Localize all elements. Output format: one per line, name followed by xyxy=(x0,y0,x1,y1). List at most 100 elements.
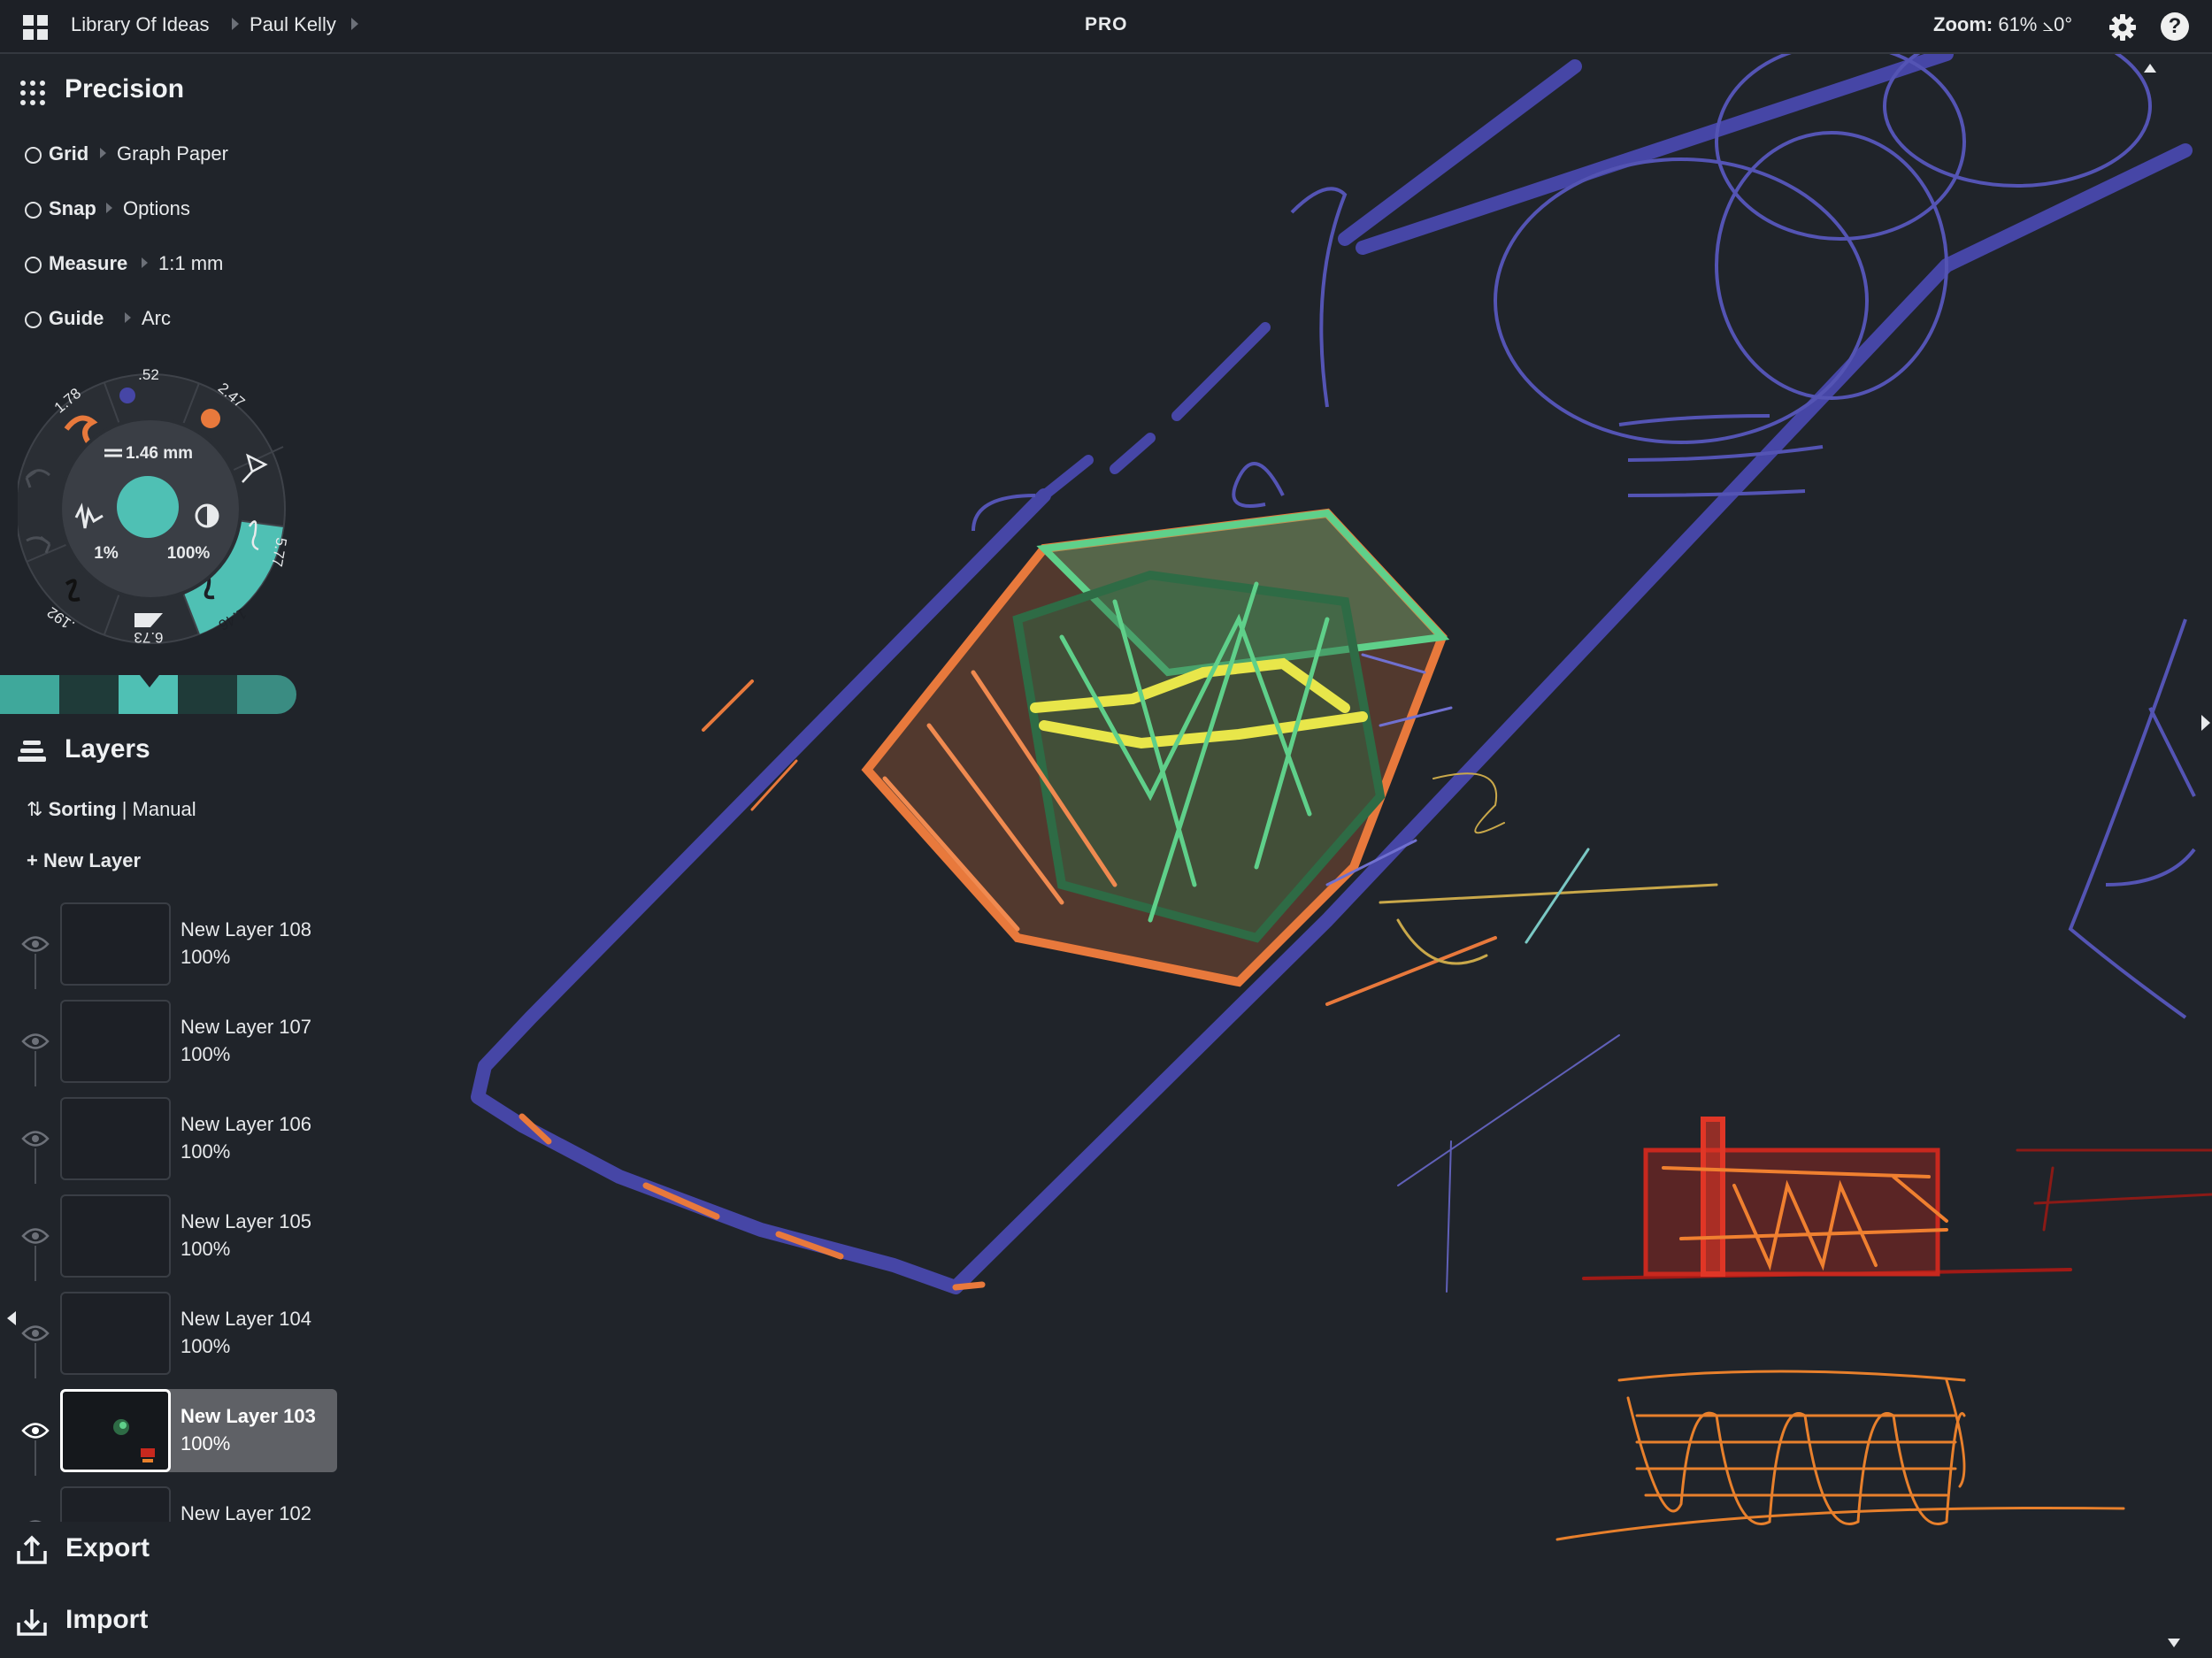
color-swatch[interactable] xyxy=(178,675,237,714)
chevron-right-icon xyxy=(100,148,106,158)
chevron-right-icon xyxy=(106,203,112,213)
layer-opacity: 100% xyxy=(180,1335,231,1357)
scroll-down-marker[interactable] xyxy=(2168,1639,2180,1647)
guide-toggle[interactable] xyxy=(25,311,42,328)
layer-thumbnail[interactable] xyxy=(60,1292,171,1375)
layer-name[interactable]: New Layer 102 xyxy=(180,1502,311,1522)
layer-row[interactable]: New Layer 107 100% xyxy=(0,1000,345,1085)
layer-opacity: 100% xyxy=(180,946,231,968)
layer-opacity: 100% xyxy=(180,1140,231,1163)
settings-gear-icon[interactable] xyxy=(2108,13,2137,42)
layer-thumbnail[interactable] xyxy=(60,1000,171,1083)
breadcrumb-chevron-icon xyxy=(232,18,239,30)
sorting-value[interactable]: | Manual xyxy=(122,798,196,820)
import-label: Import xyxy=(65,1605,149,1634)
pro-badge[interactable]: PRO xyxy=(1085,14,1128,35)
sketch-coils-orange xyxy=(1555,1370,2125,1541)
precision-title: Precision xyxy=(65,74,185,104)
color-swatch[interactable] xyxy=(0,675,59,714)
layer-thumbnail[interactable] xyxy=(60,1486,171,1522)
precision-dots-icon[interactable] xyxy=(19,80,46,106)
sort-arrows-icon: ⇅ xyxy=(27,798,43,820)
export-upload-icon xyxy=(17,1535,47,1564)
layer-row[interactable]: New Layer 105 100% xyxy=(0,1194,345,1279)
visibility-eye-icon[interactable] xyxy=(21,1226,50,1246)
chevron-right-icon xyxy=(125,312,131,323)
color-swatch[interactable] xyxy=(59,675,119,714)
visibility-eye-icon[interactable] xyxy=(21,1421,50,1440)
grid-value[interactable]: Graph Paper xyxy=(117,142,228,165)
help-button[interactable]: ? xyxy=(2161,12,2189,41)
top-bar: Library Of Ideas Paul Kelly PRO Zoom: 61… xyxy=(0,0,2212,54)
sketch-building-red xyxy=(1582,1117,2212,1280)
measure-value[interactable]: 1:1 mm xyxy=(158,252,223,275)
stroke-blue-dashes xyxy=(1039,322,1271,501)
import-download-icon xyxy=(17,1609,47,1636)
visibility-eye-icon[interactable] xyxy=(21,1032,50,1051)
sorting-row[interactable]: ⇅ Sorting | Manual xyxy=(27,798,196,821)
chevron-right-icon xyxy=(142,257,148,268)
preset-value[interactable]: .52 xyxy=(138,366,159,383)
layer-opacity: 100% xyxy=(180,1238,231,1260)
zoom-label: Zoom: xyxy=(1933,13,1993,35)
layer-row-selected[interactable]: New Layer 103 100% xyxy=(0,1389,345,1474)
layer-name[interactable]: New Layer 107 xyxy=(180,1016,311,1039)
export-label: Export xyxy=(65,1533,150,1562)
layer-thumbnail[interactable] xyxy=(60,1097,171,1180)
gallery-grid-icon[interactable] xyxy=(23,15,48,40)
layer-name[interactable]: New Layer 105 xyxy=(180,1210,311,1233)
new-layer-label: New Layer xyxy=(42,849,142,871)
snap-toggle[interactable] xyxy=(25,202,42,219)
preset-value[interactable]: 6.73 xyxy=(134,629,163,646)
scroll-up-marker[interactable] xyxy=(2144,64,2156,73)
swatch-pointer-icon xyxy=(140,675,159,687)
breadcrumb-library[interactable]: Library Of Ideas xyxy=(71,13,210,36)
layer-thumbnail[interactable] xyxy=(60,902,171,986)
guide-value[interactable]: Arc xyxy=(142,307,171,330)
layer-row[interactable]: New Layer 106 100% xyxy=(0,1097,345,1182)
layer-name[interactable]: New Layer 103 xyxy=(180,1405,316,1428)
grid-label: Grid xyxy=(49,142,89,165)
brush-size-label[interactable]: 1.46 mm xyxy=(126,444,193,463)
guide-label: Guide xyxy=(49,307,104,329)
breadcrumb-drawing[interactable]: Paul Kelly xyxy=(250,13,336,36)
measure-label: Measure xyxy=(49,252,128,274)
layer-thumbnail[interactable] xyxy=(60,1389,171,1472)
color-swatch[interactable] xyxy=(237,675,296,714)
layer-thumbnail-preview xyxy=(113,1419,155,1462)
visibility-eye-icon[interactable] xyxy=(21,1518,50,1522)
grid-toggle[interactable] xyxy=(25,147,42,164)
collapse-sidebar-handle-icon[interactable] xyxy=(7,1311,16,1325)
layers-list[interactable]: New Layer 108 100% New Layer 107 100% Ne… xyxy=(0,894,354,1522)
sorting-label: Sorting xyxy=(48,798,117,820)
layer-name[interactable]: New Layer 106 xyxy=(180,1113,311,1136)
layer-name[interactable]: New Layer 104 xyxy=(180,1308,311,1331)
marker-tool-icon[interactable] xyxy=(119,388,135,403)
watercolor-tool-icon[interactable] xyxy=(201,409,220,428)
layer-row[interactable]: New Layer 102 xyxy=(0,1486,345,1522)
opacity-value[interactable]: 100% xyxy=(167,544,211,563)
plus-icon: + xyxy=(27,849,38,871)
layer-thumbnail[interactable] xyxy=(60,1194,171,1278)
layers-title: Layers xyxy=(65,734,150,764)
tool-wheel[interactable]: .52 2.47 5.77 1.46 6.73 .192 1.78 1.46 m… xyxy=(18,358,301,659)
zoom-indicator[interactable]: Zoom: 61% ⦣0° xyxy=(1933,13,2072,36)
zoom-value: 61% ⦣0° xyxy=(1998,13,2073,35)
layer-name[interactable]: New Layer 108 xyxy=(180,918,311,941)
stroke-orange-edge xyxy=(518,1113,986,1291)
measure-toggle[interactable] xyxy=(25,257,42,273)
smoothing-value[interactable]: 1% xyxy=(94,544,119,563)
current-color-swatch[interactable] xyxy=(117,476,179,538)
visibility-eye-icon[interactable] xyxy=(21,1129,50,1148)
visibility-eye-icon[interactable] xyxy=(21,934,50,954)
snap-label: Snap xyxy=(49,197,96,219)
breadcrumb-chevron-icon[interactable] xyxy=(351,18,358,30)
new-layer-button[interactable]: + New Layer xyxy=(27,849,141,872)
visibility-eye-icon[interactable] xyxy=(21,1324,50,1343)
layer-opacity: 100% xyxy=(180,1432,231,1455)
right-panel-handle[interactable] xyxy=(2201,715,2210,731)
layer-row[interactable]: New Layer 104 100% xyxy=(0,1292,345,1377)
snap-value[interactable]: Options xyxy=(123,197,190,220)
layer-row[interactable]: New Layer 108 100% xyxy=(0,902,345,987)
layers-stack-icon[interactable] xyxy=(18,739,46,765)
